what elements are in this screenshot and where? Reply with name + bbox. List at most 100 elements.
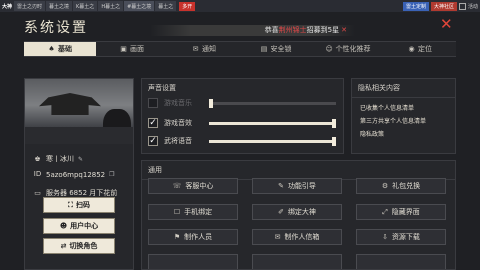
tab-label: 安全锁 — [270, 45, 292, 53]
profile-banner-image — [25, 79, 133, 144]
marquee-prefix: 恭喜 — [264, 26, 279, 34]
smile-icon: ☺ — [325, 44, 333, 53]
taskbar-tab[interactable]: 暮土之 — [155, 1, 177, 11]
scan-icon: ⛶ — [68, 200, 73, 209]
player-name: 寒丨冰川 — [46, 155, 74, 163]
button-label: 礼包兑换 — [392, 182, 421, 190]
user-center-button[interactable]: ☻ 用户中心 — [43, 218, 115, 234]
spade-icon: ♠ — [48, 44, 55, 53]
tab-label: 个性化推荐 — [335, 45, 371, 53]
edit-icon[interactable]: ✎ — [78, 156, 83, 163]
taskbar-tab[interactable]: 雷土之刃时 — [14, 1, 46, 11]
taskbar-right: 雷土定制 大神社区 活动 — [402, 1, 480, 11]
button-label: 隐藏界面 — [391, 208, 420, 216]
marquee-suffix: 招募到5星 — [306, 26, 340, 34]
more-button-partial[interactable] — [252, 254, 342, 269]
settings-tabs: ♠ 基础 ▣ 画面 ✉ 通知 ▤ 安全锁 ☺ 个性化推荐 ◉ 定位 — [24, 41, 456, 57]
mobile-icon: ☐ — [173, 208, 181, 216]
flag-icon: ⚑ — [173, 233, 181, 241]
page-title: 系统设置 — [24, 20, 88, 36]
server-icon: ▭ — [34, 188, 41, 197]
tab-label: 通知 — [202, 45, 216, 53]
switch-role-button[interactable]: ⇄ 切换角色 — [43, 238, 115, 254]
user-icon: ☻ — [59, 222, 68, 230]
button-label: 制作人员 — [184, 233, 213, 241]
tab-personalized[interactable]: ☺ 个性化推荐 — [312, 42, 384, 56]
phone-bind-button[interactable]: ☐ 手机绑定 — [148, 204, 238, 220]
switch-role-label: 切换角色 — [69, 242, 98, 250]
phone-icon: ☏ — [172, 182, 182, 190]
marquee-close-icon[interactable]: ✕ — [341, 26, 347, 34]
more-button-partial[interactable] — [356, 254, 446, 269]
voice-slider-thumb[interactable] — [332, 137, 336, 146]
settings-window: 系统设置 ✕ 恭喜荆州锦士招募到5星 ✕ ♠ 基础 ▣ 画面 ✉ 通知 ▤ 安全锁 ☺ 个性… — [0, 12, 480, 270]
tab-location[interactable]: ◉ 定位 — [384, 42, 456, 56]
lock-icon: ▤ — [260, 44, 268, 53]
scan-label: 扫码 — [75, 201, 90, 209]
button-label: 手机绑定 — [184, 208, 213, 216]
gift-icon: ⚙ — [381, 182, 389, 190]
player-id-row: ID 5azo6mpq12852 ❐ — [33, 170, 115, 179]
voice-checkbox[interactable]: ✓ — [148, 136, 158, 146]
customer-service-button[interactable]: ☏ 客服中心 — [148, 178, 238, 194]
community-button[interactable]: 大神社区 — [430, 1, 457, 11]
sound-settings-title: 声音设置 — [148, 84, 176, 92]
id-icon: ID — [33, 170, 42, 178]
producer-mailbox-button[interactable]: ✉ 制作人信箱 — [252, 229, 342, 245]
taskbar-tab[interactable]: K暮土之 — [73, 1, 98, 11]
resource-download-button[interactable]: ⇩ 资源下载 — [356, 229, 446, 245]
tab-notifications[interactable]: ✉ 通知 — [168, 42, 240, 56]
voice-slider[interactable] — [209, 137, 336, 146]
announcement-marquee: 恭喜荆州锦士招募到5星 ✕ — [150, 25, 355, 36]
taskbar-tab-active[interactable]: #暮土之境 — [124, 1, 155, 11]
music-checkbox[interactable] — [148, 98, 158, 108]
taskbar-tab[interactable]: 暮土之境 — [46, 1, 73, 11]
privacy-panel: 隐私相关内容 已收集个人信息清单 第三方共享个人信息清单 隐私政策 — [351, 78, 456, 154]
button-label: 制作人信箱 — [284, 233, 320, 241]
sfx-slider-thumb[interactable] — [332, 119, 336, 128]
activity-label[interactable]: 活动 — [468, 3, 478, 10]
credits-button[interactable]: ⚑ 制作人员 — [148, 229, 238, 245]
voice-row: ✓ 武将语音 — [148, 136, 336, 146]
privacy-title: 隐私相关内容 — [352, 79, 455, 98]
third-party-info-link[interactable]: 第三方共享个人信息清单 — [352, 112, 455, 125]
privacy-policy-link[interactable]: 隐私政策 — [352, 125, 455, 138]
tab-basic[interactable]: ♠ 基础 — [24, 42, 96, 56]
gift-redeem-button[interactable]: ⚙ 礼包兑换 — [356, 178, 446, 194]
tab-label: 画面 — [130, 45, 144, 53]
tab-graphics[interactable]: ▣ 画面 — [96, 42, 168, 56]
mail-icon: ✉ — [192, 44, 199, 53]
sfx-checkbox[interactable]: ✓ — [148, 118, 158, 128]
hide-ui-button[interactable]: ⤢ 隐藏界面 — [356, 204, 446, 220]
voice-label: 武将语音 — [164, 137, 192, 145]
copy-icon[interactable]: ❐ — [109, 171, 114, 178]
taskbar-tab[interactable]: H暮土之 — [98, 1, 124, 11]
profile-panel: ♚ 寒丨冰川 ✎ ID 5azo6mpq12852 ❐ ▭ 服务器 6852 月… — [24, 78, 134, 270]
sfx-slider[interactable] — [209, 119, 336, 128]
button-label: 功能引导 — [287, 182, 316, 190]
more-button-partial[interactable] — [148, 254, 238, 269]
button-label: 客服中心 — [185, 182, 214, 190]
scan-button[interactable]: ⛶ 扫码 — [43, 197, 115, 213]
pen-icon: ✎ — [278, 182, 284, 190]
music-slider[interactable] — [209, 99, 336, 108]
tab-label: 基础 — [58, 45, 72, 53]
player-id: 5azo6mpq12852 — [46, 170, 106, 179]
sfx-slider-fill — [209, 122, 336, 125]
music-label: 游戏音乐 — [164, 99, 192, 107]
tab-security-lock[interactable]: ▤ 安全锁 — [240, 42, 312, 56]
custom-button[interactable]: 雷土定制 — [402, 1, 429, 11]
window-icon[interactable] — [458, 2, 466, 10]
collected-info-link[interactable]: 已收集个人信息清单 — [352, 98, 455, 112]
bind-dashen-button[interactable]: ✐ 绑定大神 — [252, 204, 342, 220]
expand-icon: ⤢ — [382, 207, 388, 216]
feature-guide-button[interactable]: ✎ 功能引导 — [252, 178, 342, 194]
screen-icon: ▣ — [120, 44, 127, 53]
crown-icon: ♚ — [34, 154, 41, 163]
multi-open-button[interactable]: 多开 — [179, 1, 196, 11]
general-panel: 通用 ☏ 客服中心 ✎ 功能引导 ⚙ 礼包兑换 ☐ 手机绑定 ✐ 绑定大神 ⤢ 隐藏界面 ⚑… — [141, 160, 456, 270]
button-label: 资源下载 — [391, 233, 420, 241]
music-slider-thumb[interactable] — [209, 99, 213, 108]
close-icon[interactable]: ✕ — [440, 17, 453, 32]
sfx-label: 游戏音效 — [164, 119, 192, 127]
